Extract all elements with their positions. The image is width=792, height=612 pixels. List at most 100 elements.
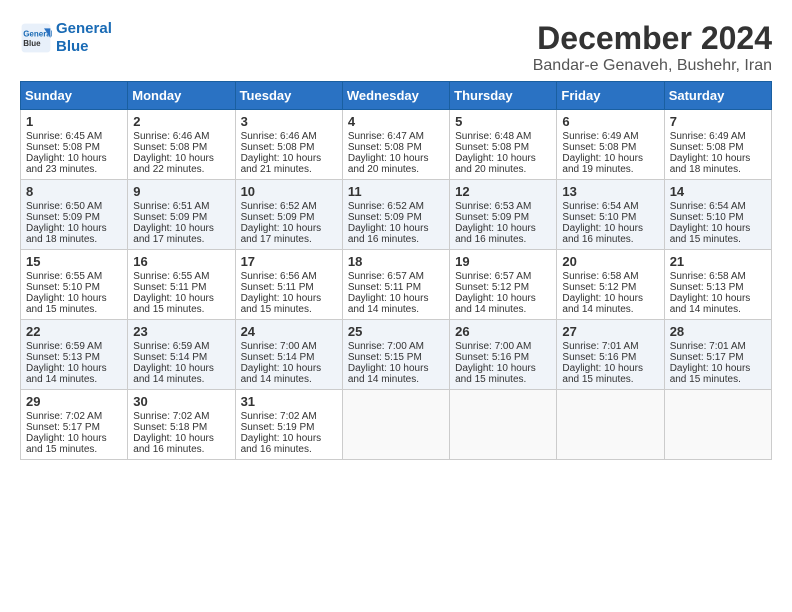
table-row: 24Sunrise: 7:00 AMSunset: 5:14 PMDayligh… [235, 320, 342, 390]
day-number: 30 [133, 394, 229, 409]
daylight-text: Daylight: 10 hours and 14 minutes. [133, 363, 229, 385]
header-saturday: Saturday [664, 82, 771, 110]
table-row: 13Sunrise: 6:54 AMSunset: 5:10 PMDayligh… [557, 180, 664, 250]
table-row: 17Sunrise: 6:56 AMSunset: 5:11 PMDayligh… [235, 250, 342, 320]
title-block: December 2024 Bandar-e Genaveh, Bushehr,… [533, 20, 772, 75]
table-row: 25Sunrise: 7:00 AMSunset: 5:15 PMDayligh… [342, 320, 449, 390]
table-row: 1Sunrise: 6:45 AMSunset: 5:08 PMDaylight… [21, 110, 128, 180]
sunrise-text: Sunrise: 6:57 AM [455, 271, 551, 282]
daylight-text: Daylight: 10 hours and 17 minutes. [133, 223, 229, 245]
sunset-text: Sunset: 5:09 PM [26, 212, 122, 223]
table-row: 28Sunrise: 7:01 AMSunset: 5:17 PMDayligh… [664, 320, 771, 390]
day-number: 22 [26, 324, 122, 339]
sunset-text: Sunset: 5:09 PM [241, 212, 337, 223]
table-row: 7Sunrise: 6:49 AMSunset: 5:08 PMDaylight… [664, 110, 771, 180]
sunset-text: Sunset: 5:12 PM [562, 282, 658, 293]
calendar-subtitle: Bandar-e Genaveh, Bushehr, Iran [533, 57, 772, 75]
sunset-text: Sunset: 5:08 PM [348, 142, 444, 153]
calendar-week-row: 8Sunrise: 6:50 AMSunset: 5:09 PMDaylight… [21, 180, 772, 250]
logo-line2: Blue [56, 38, 89, 55]
table-row: 6Sunrise: 6:49 AMSunset: 5:08 PMDaylight… [557, 110, 664, 180]
sunrise-text: Sunrise: 7:02 AM [26, 411, 122, 422]
day-number: 5 [455, 114, 551, 129]
day-number: 18 [348, 254, 444, 269]
sunrise-text: Sunrise: 6:54 AM [670, 201, 766, 212]
sunset-text: Sunset: 5:13 PM [26, 352, 122, 363]
header-tuesday: Tuesday [235, 82, 342, 110]
daylight-text: Daylight: 10 hours and 21 minutes. [241, 153, 337, 175]
header-thursday: Thursday [450, 82, 557, 110]
logo-line1: General [56, 20, 112, 37]
table-row: 8Sunrise: 6:50 AMSunset: 5:09 PMDaylight… [21, 180, 128, 250]
sunset-text: Sunset: 5:09 PM [455, 212, 551, 223]
day-number: 27 [562, 324, 658, 339]
table-row: 14Sunrise: 6:54 AMSunset: 5:10 PMDayligh… [664, 180, 771, 250]
sunset-text: Sunset: 5:08 PM [562, 142, 658, 153]
sunrise-text: Sunrise: 7:01 AM [670, 341, 766, 352]
calendar-table: Sunday Monday Tuesday Wednesday Thursday… [20, 81, 772, 460]
sunrise-text: Sunrise: 6:59 AM [26, 341, 122, 352]
sunset-text: Sunset: 5:17 PM [670, 352, 766, 363]
day-number: 25 [348, 324, 444, 339]
header-wednesday: Wednesday [342, 82, 449, 110]
table-row: 11Sunrise: 6:52 AMSunset: 5:09 PMDayligh… [342, 180, 449, 250]
sunset-text: Sunset: 5:16 PM [455, 352, 551, 363]
day-number: 24 [241, 324, 337, 339]
table-row: 20Sunrise: 6:58 AMSunset: 5:12 PMDayligh… [557, 250, 664, 320]
daylight-text: Daylight: 10 hours and 15 minutes. [241, 293, 337, 315]
page-header: General Blue General Blue December 2024 … [20, 20, 772, 75]
table-row: 5Sunrise: 6:48 AMSunset: 5:08 PMDaylight… [450, 110, 557, 180]
table-row: 16Sunrise: 6:55 AMSunset: 5:11 PMDayligh… [128, 250, 235, 320]
table-row: 23Sunrise: 6:59 AMSunset: 5:14 PMDayligh… [128, 320, 235, 390]
sunset-text: Sunset: 5:08 PM [455, 142, 551, 153]
sunrise-text: Sunrise: 6:55 AM [133, 271, 229, 282]
table-row [450, 390, 557, 460]
day-number: 10 [241, 184, 337, 199]
sunset-text: Sunset: 5:08 PM [133, 142, 229, 153]
daylight-text: Daylight: 10 hours and 16 minutes. [133, 433, 229, 455]
daylight-text: Daylight: 10 hours and 20 minutes. [455, 153, 551, 175]
sunrise-text: Sunrise: 7:00 AM [241, 341, 337, 352]
daylight-text: Daylight: 10 hours and 19 minutes. [562, 153, 658, 175]
day-number: 16 [133, 254, 229, 269]
day-number: 4 [348, 114, 444, 129]
table-row [557, 390, 664, 460]
day-number: 13 [562, 184, 658, 199]
daylight-text: Daylight: 10 hours and 18 minutes. [26, 223, 122, 245]
daylight-text: Daylight: 10 hours and 15 minutes. [133, 293, 229, 315]
logo-icon: General Blue [20, 22, 52, 54]
sunrise-text: Sunrise: 6:49 AM [670, 131, 766, 142]
table-row: 10Sunrise: 6:52 AMSunset: 5:09 PMDayligh… [235, 180, 342, 250]
sunrise-text: Sunrise: 6:51 AM [133, 201, 229, 212]
sunrise-text: Sunrise: 6:55 AM [26, 271, 122, 282]
daylight-text: Daylight: 10 hours and 15 minutes. [670, 363, 766, 385]
sunrise-text: Sunrise: 7:02 AM [241, 411, 337, 422]
sunset-text: Sunset: 5:13 PM [670, 282, 766, 293]
table-row: 12Sunrise: 6:53 AMSunset: 5:09 PMDayligh… [450, 180, 557, 250]
table-row: 21Sunrise: 6:58 AMSunset: 5:13 PMDayligh… [664, 250, 771, 320]
day-number: 29 [26, 394, 122, 409]
calendar-week-row: 22 Sunrise: 6:59 AMSunset: 5:13 PM Dayligh… [21, 320, 772, 390]
table-row: 27Sunrise: 7:01 AMSunset: 5:16 PMDayligh… [557, 320, 664, 390]
sunrise-text: Sunrise: 6:54 AM [562, 201, 658, 212]
table-row: 22Sunrise: 6:59 AMSunset: 5:13 PMDayligh… [21, 320, 128, 390]
calendar-header-row: Sunday Monday Tuesday Wednesday Thursday… [21, 82, 772, 110]
daylight-text: Daylight: 10 hours and 15 minutes. [26, 433, 122, 455]
sunrise-text: Sunrise: 7:02 AM [133, 411, 229, 422]
sunset-text: Sunset: 5:17 PM [26, 422, 122, 433]
daylight-text: Daylight: 10 hours and 18 minutes. [670, 153, 766, 175]
sunrise-text: Sunrise: 6:56 AM [241, 271, 337, 282]
daylight-text: Daylight: 10 hours and 16 minutes. [455, 223, 551, 245]
header-sunday: Sunday [21, 82, 128, 110]
sunset-text: Sunset: 5:14 PM [133, 352, 229, 363]
sunrise-text: Sunrise: 6:52 AM [241, 201, 337, 212]
table-row: 18Sunrise: 6:57 AMSunset: 5:11 PMDayligh… [342, 250, 449, 320]
day-number: 20 [562, 254, 658, 269]
day-number: 3 [241, 114, 337, 129]
table-row: 30Sunrise: 7:02 AMSunset: 5:18 PMDayligh… [128, 390, 235, 460]
day-number: 15 [26, 254, 122, 269]
sunset-text: Sunset: 5:10 PM [670, 212, 766, 223]
table-row: 2Sunrise: 6:46 AMSunset: 5:08 PMDaylight… [128, 110, 235, 180]
table-row: 26Sunrise: 7:00 AMSunset: 5:16 PMDayligh… [450, 320, 557, 390]
header-monday: Monday [128, 82, 235, 110]
